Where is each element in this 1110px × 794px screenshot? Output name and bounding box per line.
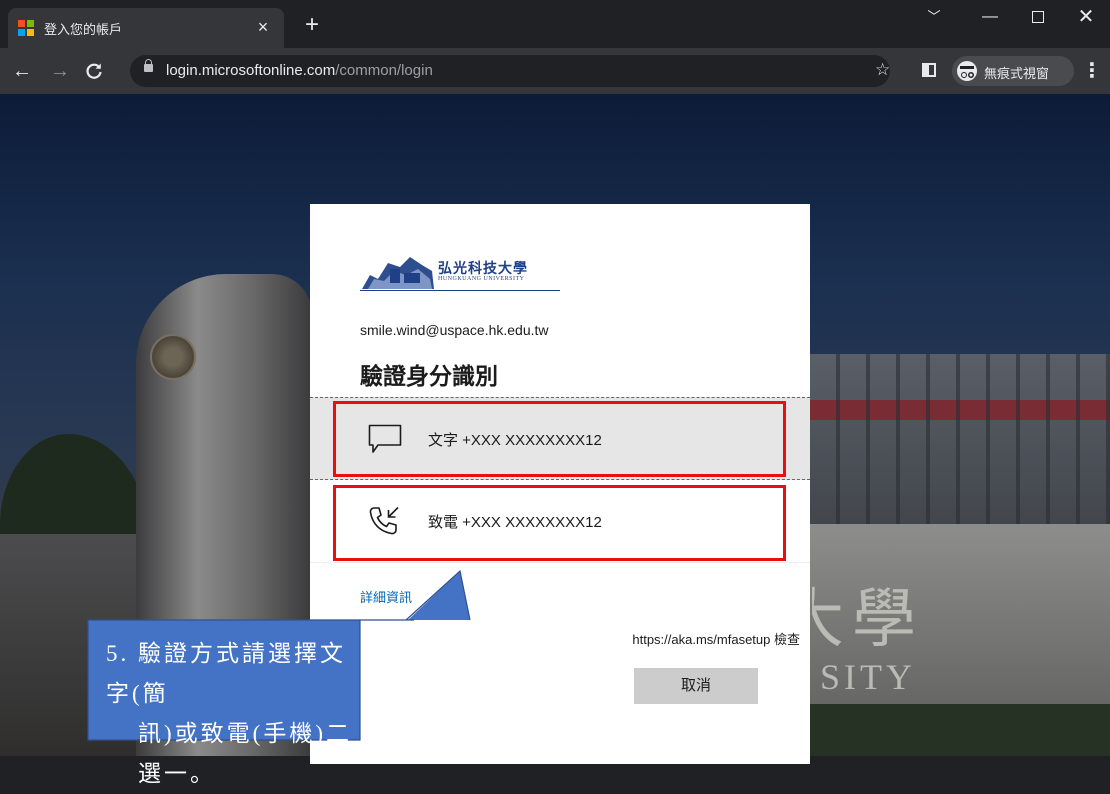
logo-english-name: HUNGKUANG UNIVERSITY (438, 276, 525, 282)
browser-tab[interactable]: 登入您的帳戶 × (8, 8, 284, 48)
reload-icon[interactable] (82, 59, 106, 83)
account-email: smile.wind@uspace.hk.edu.tw (360, 322, 549, 338)
wall-char-xue: 學 (852, 584, 916, 655)
tab-search-icon[interactable]: ﹀ (912, 0, 956, 34)
incognito-label: 無痕式視窗 (984, 66, 1050, 81)
incognito-badge[interactable]: 無痕式視窗 (952, 56, 1074, 86)
browser-toolbar: ← → login.microsoftonline.com/common/log… (0, 48, 1110, 94)
side-panel-icon[interactable] (922, 63, 936, 77)
close-icon[interactable]: × (252, 16, 274, 38)
back-icon[interactable]: ← (10, 59, 34, 83)
wall-text-sity: SITY (820, 657, 916, 697)
highlight-box-text-option (333, 401, 786, 477)
callout-line-1: 5. 驗證方式請選擇文字(簡 (106, 641, 346, 706)
tab-title: 登入您的帳戶 (44, 22, 123, 37)
new-tab-icon[interactable]: + (300, 13, 324, 38)
campus-logo-icon (362, 257, 434, 289)
more-info-link[interactable]: 詳細資訊 (360, 587, 412, 606)
url-text[interactable]: login.microsoftonline.com/common/login (166, 62, 433, 79)
university-logo: 弘光科技大學 HUNGKUANG UNIVERSITY (360, 249, 562, 299)
tab-strip: 登入您的帳戶 × + ﹀ — ✕ (0, 0, 1110, 48)
logo-chinese-name: 弘光科技大學 (438, 262, 528, 277)
university-seal-image (150, 334, 196, 380)
more-menu-icon[interactable]: ⋮ (1082, 59, 1102, 83)
hedge-image (810, 704, 1110, 756)
microsoft-logo-icon (18, 20, 34, 36)
address-bar[interactable]: login.microsoftonline.com/common/login ☆ (130, 55, 890, 87)
forward-icon[interactable]: → (48, 59, 72, 83)
callout-text: 5. 驗證方式請選擇文字(簡 訊)或致電(手機)二選一。 (106, 634, 366, 794)
mfa-setup-hint-text[interactable]: https://aka.ms/mfasetup 檢查 (632, 632, 800, 647)
maximize-icon[interactable] (1016, 0, 1060, 34)
login-card: 弘光科技大學 HUNGKUANG UNIVERSITY smile.wind@u… (310, 204, 810, 764)
highlight-box-call-option (333, 485, 786, 561)
mfa-setup-hint: https://aka.ms/mfasetup 檢查 (360, 629, 800, 648)
page-title: 驗證身分識別 (360, 363, 498, 389)
minimize-icon[interactable]: — (968, 0, 1012, 34)
star-icon[interactable]: ☆ (875, 60, 890, 80)
logo-underline (360, 290, 560, 291)
lock-icon[interactable] (144, 59, 153, 73)
cancel-button[interactable]: 取消 (634, 668, 758, 704)
incognito-icon (957, 61, 977, 81)
callout-line-2: 訊)或致電(手機)二選一。 (138, 721, 352, 786)
window-close-icon[interactable]: ✕ (1064, 0, 1108, 34)
